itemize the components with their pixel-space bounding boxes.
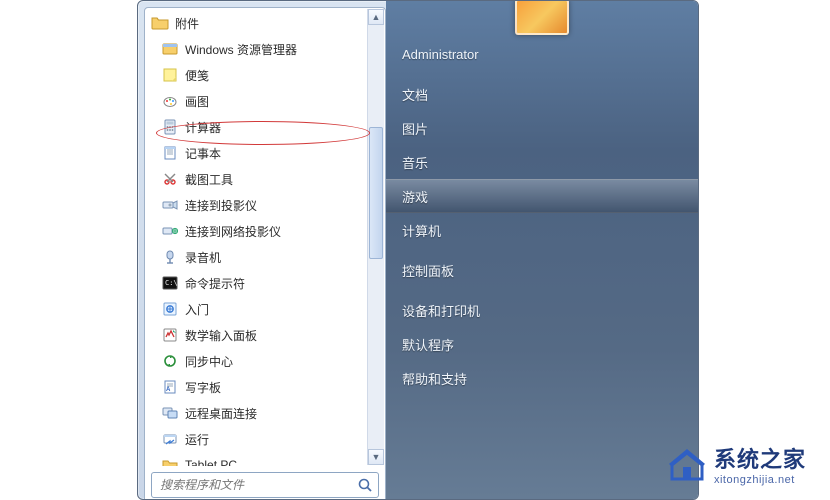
sticky-icon [161, 66, 179, 84]
scroll-track[interactable] [368, 25, 384, 449]
program-item-tabletpc[interactable]: Tablet PC [149, 452, 367, 466]
program-label: 同步中心 [185, 353, 363, 370]
watermark: 系统之家 xitongzhijia.net [668, 442, 806, 486]
program-label: 连接到网络投影仪 [185, 223, 363, 240]
programs-scroll-area: 附件 Windows 资源管理器便笺画图计算器记事本截图工具连接到投影仪连接到网… [145, 8, 385, 466]
program-list: 附件 Windows 资源管理器便笺画图计算器记事本截图工具连接到投影仪连接到网… [145, 8, 367, 466]
right-item-user[interactable]: Administrator [386, 37, 698, 71]
program-label: 截图工具 [185, 171, 363, 188]
math-icon [161, 326, 179, 344]
program-item-sticky[interactable]: 便笺 [149, 62, 367, 88]
right-pane: Administrator 文档图片音乐游戏计算机控制面板设备和打印机默认程序帮助… [386, 1, 698, 499]
program-item-rdp[interactable]: 远程桌面连接 [149, 400, 367, 426]
program-item-wordpad[interactable]: A 写字板 [149, 374, 367, 400]
program-item-welcome[interactable]: 入门 [149, 296, 367, 322]
program-label: 命令提示符 [185, 275, 363, 292]
program-item-notepad[interactable]: 记事本 [149, 140, 367, 166]
right-item-computer[interactable]: 计算机 [386, 213, 698, 247]
program-label: 录音机 [185, 249, 363, 266]
program-label: Tablet PC [185, 458, 363, 466]
right-item-help[interactable]: 帮助和支持 [386, 361, 698, 395]
right-item-games[interactable]: 游戏 [386, 179, 698, 213]
calc-icon [161, 118, 179, 136]
search-box[interactable] [151, 472, 379, 498]
programs-pane: 附件 Windows 资源管理器便笺画图计算器记事本截图工具连接到投影仪连接到网… [144, 7, 386, 500]
program-label: 数学输入面板 [185, 327, 363, 344]
folder-accessories[interactable]: 附件 [149, 10, 367, 36]
scroll-thumb[interactable] [369, 127, 383, 259]
user-picture[interactable] [515, 0, 569, 35]
program-label: 入门 [185, 301, 363, 318]
program-item-snip[interactable]: 截图工具 [149, 166, 367, 192]
run-icon [161, 430, 179, 448]
cmd-icon: C:\_ [161, 274, 179, 292]
program-item-sync[interactable]: 同步中心 [149, 348, 367, 374]
folder-label: 附件 [175, 15, 363, 32]
search-input[interactable] [158, 477, 356, 493]
scroll-down-button[interactable]: ▼ [368, 449, 384, 465]
right-item-devices[interactable]: 设备和打印机 [386, 293, 698, 327]
notepad-icon [161, 144, 179, 162]
right-item-documents[interactable]: 文档 [386, 77, 698, 111]
right-item-defaults[interactable]: 默认程序 [386, 327, 698, 361]
program-label: 连接到投影仪 [185, 197, 363, 214]
folder-icon [161, 456, 179, 466]
program-label: 运行 [185, 431, 363, 448]
search-row [145, 466, 385, 500]
netproj-icon [161, 222, 179, 240]
sync-icon [161, 352, 179, 370]
program-label: 计算器 [185, 119, 363, 136]
recorder-icon [161, 248, 179, 266]
program-item-projector[interactable]: 连接到投影仪 [149, 192, 367, 218]
program-label: 远程桌面连接 [185, 405, 363, 422]
watermark-logo-icon [668, 445, 706, 483]
program-item-paint[interactable]: 画图 [149, 88, 367, 114]
welcome-icon [161, 300, 179, 318]
right-item-music[interactable]: 音乐 [386, 145, 698, 179]
right-item-control[interactable]: 控制面板 [386, 253, 698, 287]
program-item-cmd[interactable]: C:\_ 命令提示符 [149, 270, 367, 296]
program-item-mathinput[interactable]: 数学输入面板 [149, 322, 367, 348]
svg-text:A: A [166, 387, 171, 393]
explorer-icon [161, 40, 179, 58]
search-icon[interactable] [356, 476, 374, 494]
paint-icon [161, 92, 179, 110]
svg-text:C:\_: C:\_ [165, 279, 178, 287]
scroll-up-button[interactable]: ▲ [368, 9, 384, 25]
program-item-run[interactable]: 运行 [149, 426, 367, 452]
program-label: 画图 [185, 93, 363, 110]
watermark-subtitle: xitongzhijia.net [714, 474, 806, 486]
start-menu: 附件 Windows 资源管理器便笺画图计算器记事本截图工具连接到投影仪连接到网… [137, 0, 699, 500]
program-label: Windows 资源管理器 [185, 41, 363, 58]
right-item-pictures[interactable]: 图片 [386, 111, 698, 145]
program-item-netproj[interactable]: 连接到网络投影仪 [149, 218, 367, 244]
program-label: 记事本 [185, 145, 363, 162]
projector-icon [161, 196, 179, 214]
program-item-calc[interactable]: 计算器 [149, 114, 367, 140]
snip-icon [161, 170, 179, 188]
scrollbar[interactable]: ▲ ▼ [367, 9, 384, 465]
program-item-explorer[interactable]: Windows 资源管理器 [149, 36, 367, 62]
program-label: 写字板 [185, 379, 363, 396]
rdp-icon [161, 404, 179, 422]
program-item-recorder[interactable]: 录音机 [149, 244, 367, 270]
program-label: 便笺 [185, 67, 363, 84]
wordpad-icon: A [161, 378, 179, 396]
folder-open-icon [151, 14, 169, 32]
watermark-title: 系统之家 [714, 442, 806, 474]
